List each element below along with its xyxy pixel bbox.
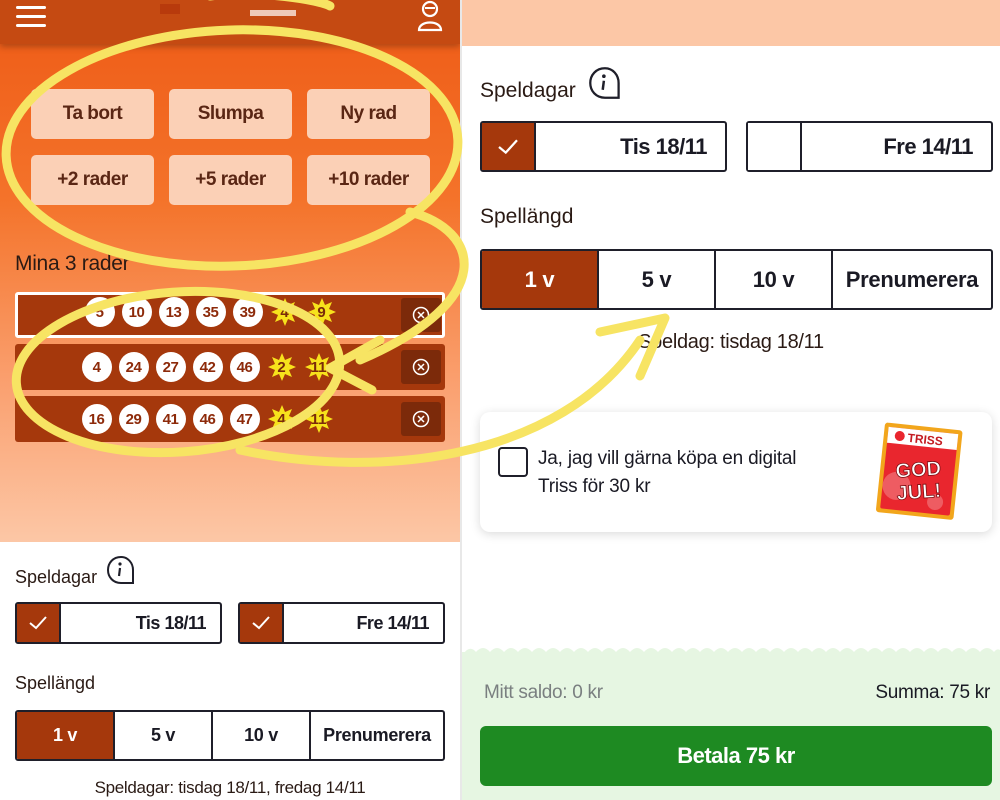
triss-checkbox[interactable] (498, 447, 528, 477)
duration-1v[interactable]: 1 v (17, 712, 115, 759)
duration-selector: 1 v 5 v 10 v Prenumerera (15, 710, 445, 761)
info-icon[interactable] (588, 66, 622, 100)
star-value: 2 (277, 358, 286, 376)
star-number: 11 (304, 404, 334, 434)
star-number: 11 (304, 352, 334, 382)
rows-title: Mina 3 rader (15, 252, 130, 275)
number-ball: 5 (84, 297, 115, 327)
play-days-summary: Speldagar: tisdag 18/11, fredag 14/11 (94, 778, 366, 797)
logo-icon (160, 4, 296, 16)
info-icon[interactable] (106, 555, 136, 585)
star-value: 4 (277, 410, 286, 428)
number-ball: 42 (192, 352, 223, 382)
remove-row-icon[interactable] (401, 298, 441, 332)
duration-selector: 1 v 5 v 10 v Prenumerera (480, 249, 993, 310)
sum-text: Summa: 75 kr (875, 682, 990, 703)
pay-button[interactable]: Betala 75 kr (480, 726, 992, 786)
number-ball: 39 (232, 297, 263, 327)
star-number: 9 (307, 297, 337, 327)
spellangd-label: Spellängd (15, 673, 96, 693)
duration-1v[interactable]: 1 v (482, 251, 599, 308)
day-option-tis[interactable]: Tis 18/11 (15, 602, 222, 644)
add-10-rows-button[interactable]: +10 rader (307, 155, 430, 205)
header-strip (462, 0, 1000, 46)
new-row-button[interactable]: Ny rad (307, 89, 430, 139)
checkbox-checked (482, 123, 536, 170)
play-day-summary: Speldag: tisdag 18/11 (638, 331, 824, 353)
duration-subscribe[interactable]: Prenumerera (311, 712, 443, 759)
star-value: 11 (310, 358, 327, 376)
number-ball: 35 (195, 297, 226, 327)
add-2-rows-button[interactable]: +2 rader (31, 155, 154, 205)
number-ball: 10 (121, 297, 152, 327)
checkbox-unchecked (748, 123, 802, 170)
duration-10v[interactable]: 10 v (213, 712, 311, 759)
star-number: 4 (270, 297, 300, 327)
day-option-tis[interactable]: Tis 18/11 (480, 121, 727, 172)
lottery-row[interactable]: 16 29 41 46 47 4 11 (15, 396, 445, 442)
duration-5v[interactable]: 5 v (115, 712, 213, 759)
number-ball: 46 (229, 352, 260, 382)
number-ball: 27 (155, 352, 186, 382)
top-bar (0, 0, 460, 44)
menu-icon[interactable] (16, 6, 46, 28)
duration-10v[interactable]: 10 v (716, 251, 833, 308)
triss-img-text-jul: JUL! (896, 480, 942, 505)
day-label: Tis 18/11 (135, 612, 207, 633)
right-screen: Speldagar Tis 18/11 Fre 14/11 Spellängd … (462, 0, 1000, 800)
number-ball: 29 (118, 404, 149, 434)
triss-offer-text: Ja, jag vill gärna köpa en digital Triss… (538, 448, 797, 497)
wave-divider (462, 648, 1000, 656)
duration-5v[interactable]: 5 v (599, 251, 716, 308)
number-ball: 41 (155, 404, 186, 434)
spellangd-label: Spellängd (480, 205, 574, 228)
triss-offer-card: Ja, jag vill gärna köpa en digital Triss… (480, 412, 992, 532)
user-icon[interactable] (416, 0, 444, 32)
day-label: Tis 18/11 (620, 133, 707, 159)
speldagar-label: Speldagar (15, 567, 98, 587)
checkbox-checked (17, 604, 61, 642)
speldagar-label: Speldagar (480, 79, 576, 102)
number-ball: 46 (192, 404, 223, 434)
number-ball: 4 (81, 352, 112, 382)
number-ball: 13 (158, 297, 189, 327)
remove-row-icon[interactable] (401, 402, 441, 436)
day-option-fre[interactable]: Fre 14/11 (238, 602, 445, 644)
day-label: Fre 14/11 (356, 612, 429, 633)
star-number: 2 (267, 352, 297, 382)
star-value: 11 (310, 410, 327, 428)
number-ball: 24 (118, 352, 149, 382)
check-icon (29, 616, 47, 630)
lottery-row[interactable]: 4 24 27 42 46 2 11 (15, 344, 445, 390)
number-ball: 16 (81, 404, 112, 434)
balance-text: Mitt saldo: 0 kr (484, 682, 603, 703)
left-options-panel: Speldagar Tis 18/11 Fre 14/11 Spellängd … (0, 542, 460, 800)
star-value: 9 (317, 303, 326, 321)
star-number: 4 (267, 404, 297, 434)
remove-row-button[interactable]: Ta bort (31, 89, 154, 139)
triss-img-text-god: GOD (895, 458, 942, 483)
left-screen: Ta bort Slumpa Ny rad +2 rader +5 rader … (0, 0, 460, 800)
random-button[interactable]: Slumpa (169, 89, 292, 139)
duration-subscribe[interactable]: Prenumerera (833, 251, 991, 308)
check-icon (498, 138, 518, 154)
triss-ticket-image: TRISS GOD JUL! (876, 422, 963, 520)
star-value: 4 (280, 303, 289, 321)
checkbox-checked (240, 604, 284, 642)
add-5-rows-button[interactable]: +5 rader (169, 155, 292, 205)
check-icon (252, 616, 270, 630)
remove-row-icon[interactable] (401, 350, 441, 384)
checkout-footer: Mitt saldo: 0 kr Summa: 75 kr Betala 75 … (462, 648, 1000, 800)
number-ball: 47 (229, 404, 260, 434)
lottery-row[interactable]: 5 10 13 35 39 4 9 (15, 292, 445, 338)
day-label: Fre 14/11 (883, 133, 973, 159)
day-option-fre[interactable]: Fre 14/11 (746, 121, 993, 172)
